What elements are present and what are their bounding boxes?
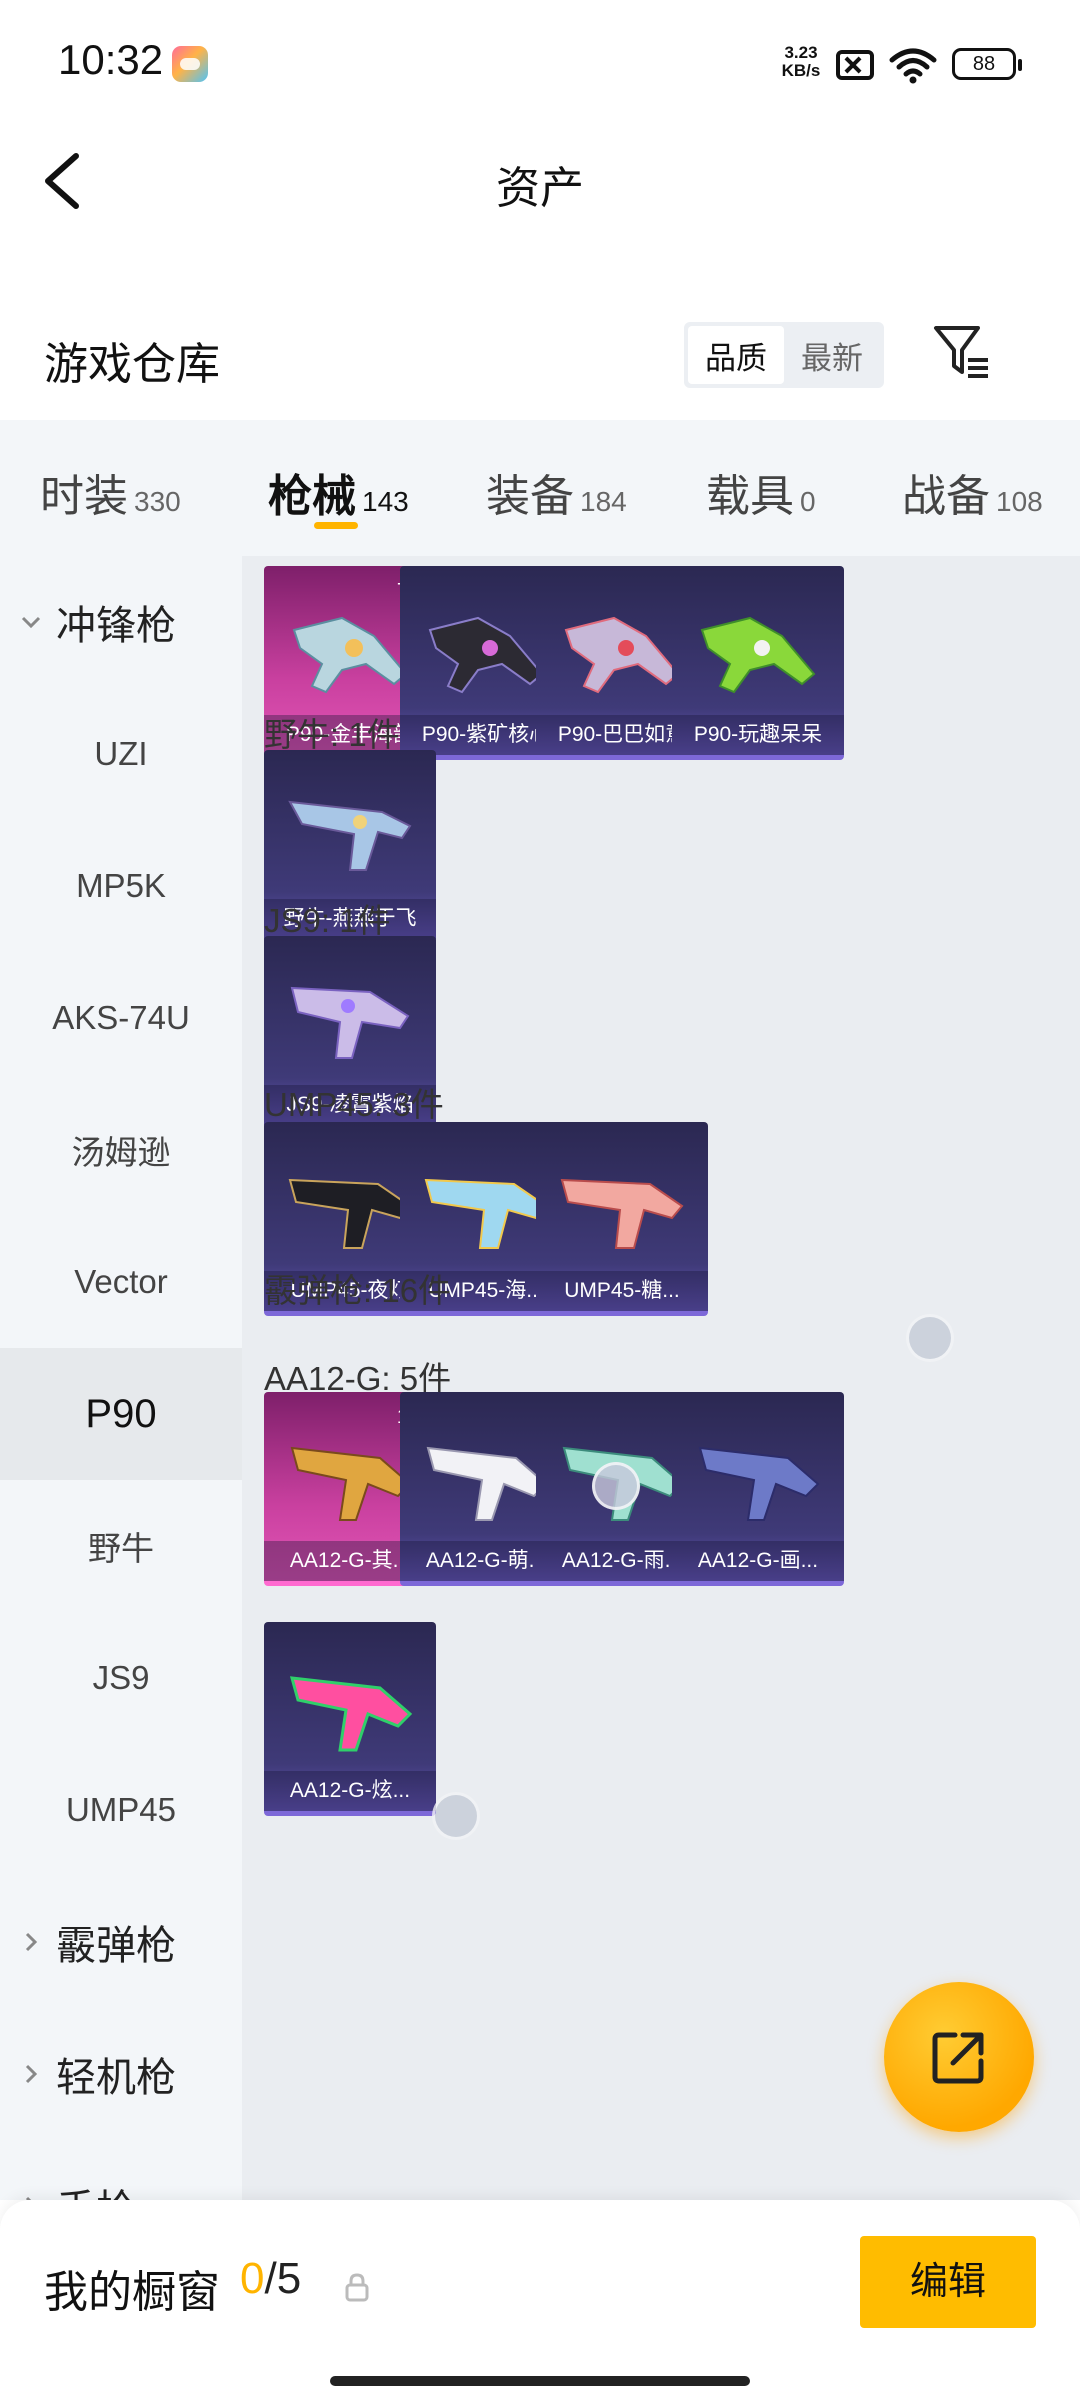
tab-label: 战备 bbox=[902, 472, 990, 521]
active-tab-indicator bbox=[314, 522, 358, 529]
aa12g-skin-image bbox=[698, 1446, 820, 1521]
showcase-count-separator: / bbox=[264, 2254, 277, 2303]
tab-count: 108 bbox=[996, 486, 1043, 517]
category-tabs: 时装 330 枪械 143 装备 184 载具 0 战备 108 bbox=[0, 420, 1080, 556]
sidebar-item-thompson[interactable]: 汤姆逊 bbox=[0, 1084, 242, 1216]
touch-indicator bbox=[592, 1462, 640, 1510]
sidebar-item-mp5k[interactable]: MP5K bbox=[0, 820, 242, 952]
section-title: 游戏仓库 bbox=[44, 340, 220, 389]
tab-label: 枪械 bbox=[268, 472, 356, 521]
skin-card[interactable]: AA12-G-画... bbox=[672, 1392, 844, 1586]
status-time: 10:32 bbox=[58, 36, 164, 83]
lock-icon bbox=[345, 2273, 369, 2302]
skin-card[interactable]: P90-玩趣呆呆 bbox=[672, 566, 844, 760]
sidebar-item-p90[interactable]: P90 bbox=[0, 1348, 242, 1480]
sidebar-item-uzi[interactable]: UZI bbox=[0, 688, 242, 820]
tab-equipment[interactable]: 装备 184 bbox=[486, 460, 627, 530]
ump45-skin-image bbox=[424, 1178, 548, 1249]
p90-skin-image bbox=[428, 616, 544, 694]
share-button[interactable] bbox=[884, 1982, 1034, 2132]
sidebar-item-label: 手枪 bbox=[56, 2177, 136, 2200]
weapon-type-sidebar: 冲锋枪 UZI MP5K AKS-74U 汤姆逊 Vector P90 野牛 J… bbox=[0, 556, 242, 2200]
aa12g-skin-image bbox=[289, 1676, 413, 1752]
skin-card[interactable]: AA12-G-炫... bbox=[264, 1622, 436, 1816]
sidebar-item-bison[interactable]: 野牛 bbox=[0, 1480, 242, 1612]
sidebar-item-ump45[interactable]: UMP45 bbox=[0, 1744, 242, 1876]
chevron-right-icon bbox=[25, 1932, 38, 1952]
tab-label: 载具 bbox=[706, 472, 794, 521]
weapon-skin-list: 7级 P90-金丰海韵 P90-紫矿核心 P90-巴巴如意 P90-玩趣呆呆 野… bbox=[242, 556, 1080, 2200]
touch-indicator bbox=[432, 1792, 480, 1840]
tab-vehicles[interactable]: 载具 0 bbox=[706, 460, 816, 530]
sidebar-item-label: 轻机枪 bbox=[56, 2056, 176, 2100]
p90-skin-image bbox=[564, 616, 680, 694]
tab-fashion[interactable]: 时装 330 bbox=[40, 460, 181, 530]
skin-name: AA12-G-画... bbox=[672, 1541, 844, 1581]
group-label-ump45: UMP45: 3件 bbox=[264, 1086, 444, 1123]
group-label-shotgun: 霰弹枪: 16件 bbox=[264, 1272, 452, 1309]
showcase-count: 0/5 bbox=[240, 2254, 301, 2304]
sort-option-quality[interactable]: 品质 bbox=[688, 326, 784, 384]
sidebar-group-shotgun[interactable]: 霰弹枪 bbox=[0, 1876, 242, 2008]
tab-label: 装备 bbox=[486, 472, 574, 521]
p90-skin-image bbox=[700, 616, 816, 694]
sidebar-group-lmg[interactable]: 轻机枪 bbox=[0, 2008, 242, 2140]
ump45-skin-image bbox=[560, 1178, 684, 1249]
tab-count: 0 bbox=[800, 486, 816, 517]
sort-option-newest[interactable]: 最新 bbox=[784, 326, 880, 384]
group-label-bison: 野牛: 1件 bbox=[264, 716, 400, 753]
tab-supplies[interactable]: 战备 108 bbox=[902, 460, 1043, 530]
network-speed: 3.23 KB/s bbox=[776, 44, 826, 80]
aa12g-skin-image bbox=[426, 1446, 548, 1521]
no-sim-icon bbox=[836, 50, 874, 80]
sidebar-item-label: 冲锋枪 bbox=[56, 604, 176, 648]
home-indicator[interactable] bbox=[330, 2376, 750, 2386]
sidebar-item-aks74u[interactable]: AKS-74U bbox=[0, 952, 242, 1084]
tab-count: 184 bbox=[580, 486, 627, 517]
game-app-icon bbox=[172, 46, 208, 82]
sidebar-item-js9[interactable]: JS9 bbox=[0, 1612, 242, 1744]
filter-icon[interactable] bbox=[932, 322, 992, 382]
chevron-down-icon bbox=[21, 616, 41, 629]
touch-indicator bbox=[906, 1314, 954, 1362]
tab-count: 143 bbox=[362, 486, 409, 517]
showcase-bar: 我的橱窗 0/5 编辑 bbox=[0, 2200, 1080, 2400]
showcase-label: 我的橱窗 bbox=[44, 2268, 220, 2317]
battery-indicator: 88 bbox=[952, 48, 1022, 80]
sidebar-group-smg[interactable]: 冲锋枪 bbox=[0, 556, 242, 688]
bison-skin-image bbox=[288, 800, 412, 871]
network-speed-value: 3.23 bbox=[784, 43, 818, 62]
sort-toggle: 品质 最新 bbox=[684, 322, 884, 388]
skin-name: AA12-G-炫... bbox=[264, 1771, 436, 1811]
sidebar-group-pistol[interactable]: 手枪 bbox=[0, 2140, 242, 2200]
aa12g-skin-image bbox=[290, 1446, 412, 1521]
tab-firearms[interactable]: 枪械 143 bbox=[268, 460, 409, 530]
showcase-count-max: 5 bbox=[276, 2254, 302, 2303]
sidebar-item-vector[interactable]: Vector bbox=[0, 1216, 242, 1348]
tab-count: 330 bbox=[134, 486, 181, 517]
page-title: 资产 bbox=[496, 164, 584, 213]
sidebar-item-label: 霰弹枪 bbox=[56, 1924, 176, 1968]
wifi-icon bbox=[889, 48, 937, 84]
skin-name: P90-玩趣呆呆 bbox=[672, 715, 844, 755]
skin-card[interactable]: UMP45-糖... bbox=[536, 1122, 708, 1316]
network-speed-unit: KB/s bbox=[781, 61, 821, 80]
chevron-right-icon bbox=[25, 2064, 38, 2084]
js9-skin-image bbox=[290, 986, 410, 1059]
showcase-count-current: 0 bbox=[240, 2254, 265, 2303]
p90-skin-image bbox=[292, 616, 408, 694]
tab-label: 时装 bbox=[40, 472, 128, 521]
edit-button[interactable]: 编辑 bbox=[860, 2236, 1036, 2328]
status-bar: 10:32 3.23 KB/s 88 bbox=[0, 0, 1080, 130]
ump45-skin-image bbox=[288, 1178, 412, 1249]
share-icon bbox=[932, 2032, 984, 2084]
group-label-js9: JS9: 1件 bbox=[264, 902, 391, 939]
skin-name: UMP45-糖... bbox=[536, 1271, 708, 1311]
